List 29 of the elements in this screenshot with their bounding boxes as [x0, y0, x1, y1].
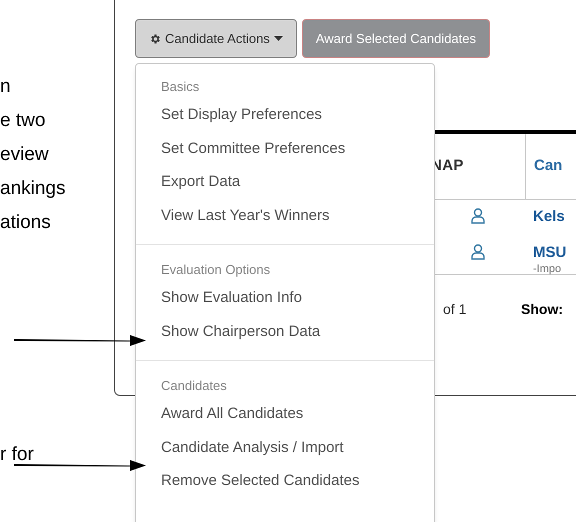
annotation-text: n [0, 75, 12, 99]
annotation-text: e two [0, 109, 46, 133]
page-count: of 1 [443, 300, 468, 319]
person-icon[interactable] [471, 244, 485, 260]
menu-item[interactable]: Show Evaluation Info [161, 281, 302, 314]
menu-item[interactable]: Show Chairperson Data [161, 314, 320, 348]
menu-section-header: Basics [160, 78, 200, 96]
show-label: Show: [521, 300, 563, 319]
column-header[interactable]: Can [534, 155, 562, 178]
annotation-text: ations [0, 211, 52, 235]
candidate-note: -Impo [533, 262, 562, 276]
menu-item[interactable]: Set Display Preferences [161, 98, 322, 132]
menu-item[interactable]: View Last Year's Winners [161, 198, 330, 232]
menu-item[interactable]: Award All Candidates [161, 397, 304, 430]
menu-item[interactable]: Set Committee Preferences [161, 132, 346, 165]
menu-section-header: Evaluation Options [160, 261, 272, 279]
candidate-link[interactable]: MSU [533, 244, 566, 262]
candidate-actions-button[interactable]: Candidate Actions [135, 19, 297, 58]
annotation-text: ankings [0, 177, 66, 201]
menu-item[interactable]: Export Data [161, 165, 240, 198]
menu-item[interactable]: Remove Selected Candidates [161, 464, 360, 498]
candidate-link[interactable]: Kels [533, 208, 565, 226]
menu-item[interactable]: Candidate Analysis / Import [161, 430, 344, 464]
menu-section-header: Candidates [160, 377, 228, 395]
annotation-text: eview [0, 143, 50, 167]
annotation-text: r for [0, 443, 34, 467]
caret-icon [274, 36, 283, 41]
person-icon[interactable] [471, 208, 485, 224]
gear-icon [149, 32, 161, 44]
